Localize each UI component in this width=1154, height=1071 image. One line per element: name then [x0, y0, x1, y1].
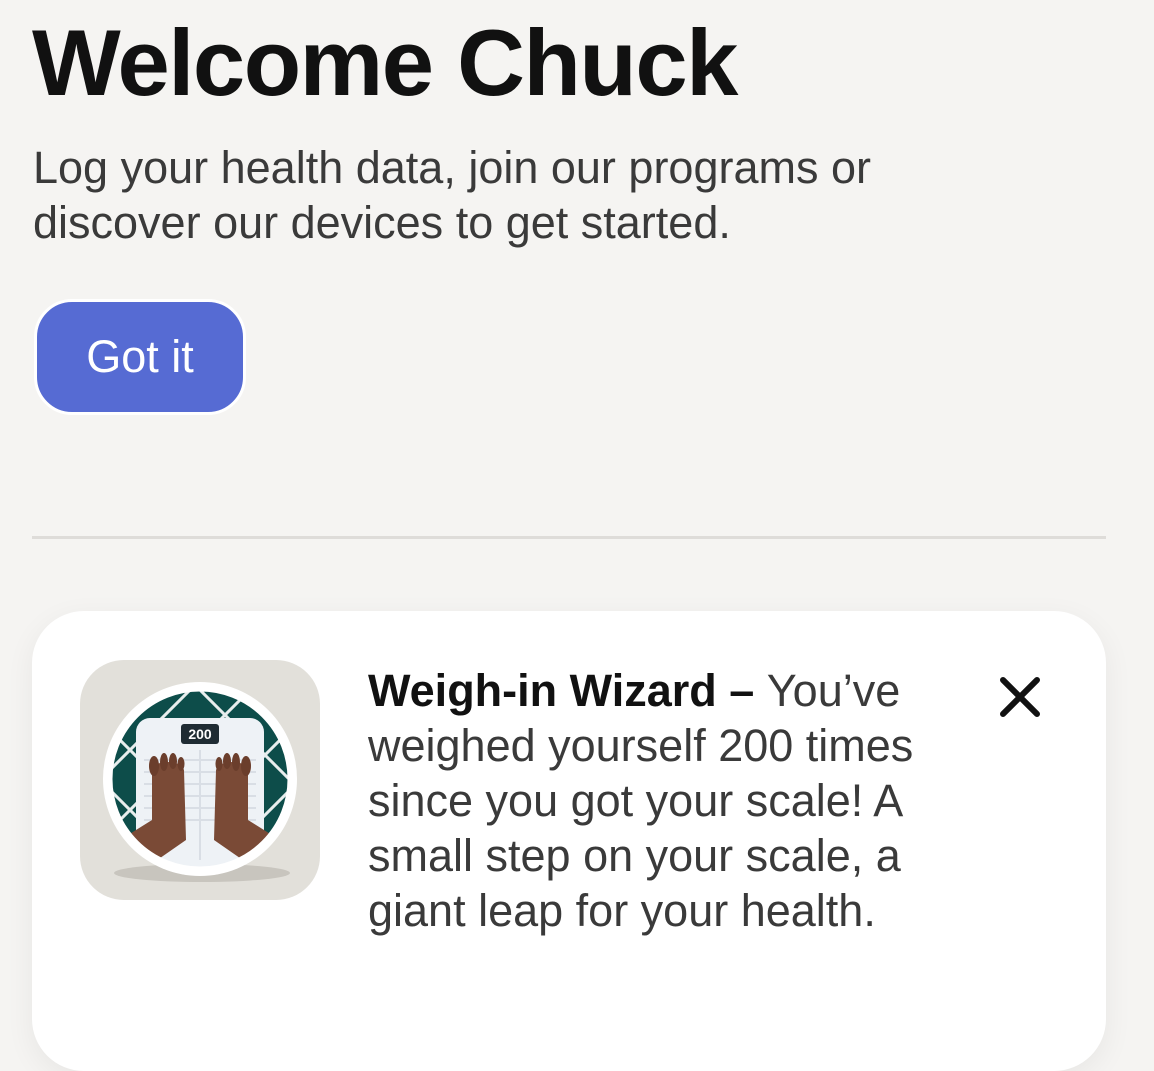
scale-display: 200 — [188, 726, 212, 742]
close-icon — [1000, 677, 1040, 717]
badge-image: 200 — [80, 660, 320, 900]
achievement-card: 200 Weigh-in Wizard – You’ve weighed you… — [32, 611, 1106, 1071]
badge-name: Weigh-in Wizard — [368, 665, 717, 716]
scale-feet-icon: 200 — [103, 682, 297, 882]
divider — [32, 536, 1106, 539]
page-title: Welcome Chuck — [32, 10, 738, 115]
close-button[interactable] — [992, 669, 1048, 725]
page-subtitle: Log your health data, join our programs … — [33, 142, 871, 248]
badge-separator: – — [716, 665, 767, 716]
achievement-text: Weigh-in Wizard – You’ve weighed yoursel… — [368, 663, 958, 938]
got-it-button[interactable]: Got it — [34, 299, 246, 415]
